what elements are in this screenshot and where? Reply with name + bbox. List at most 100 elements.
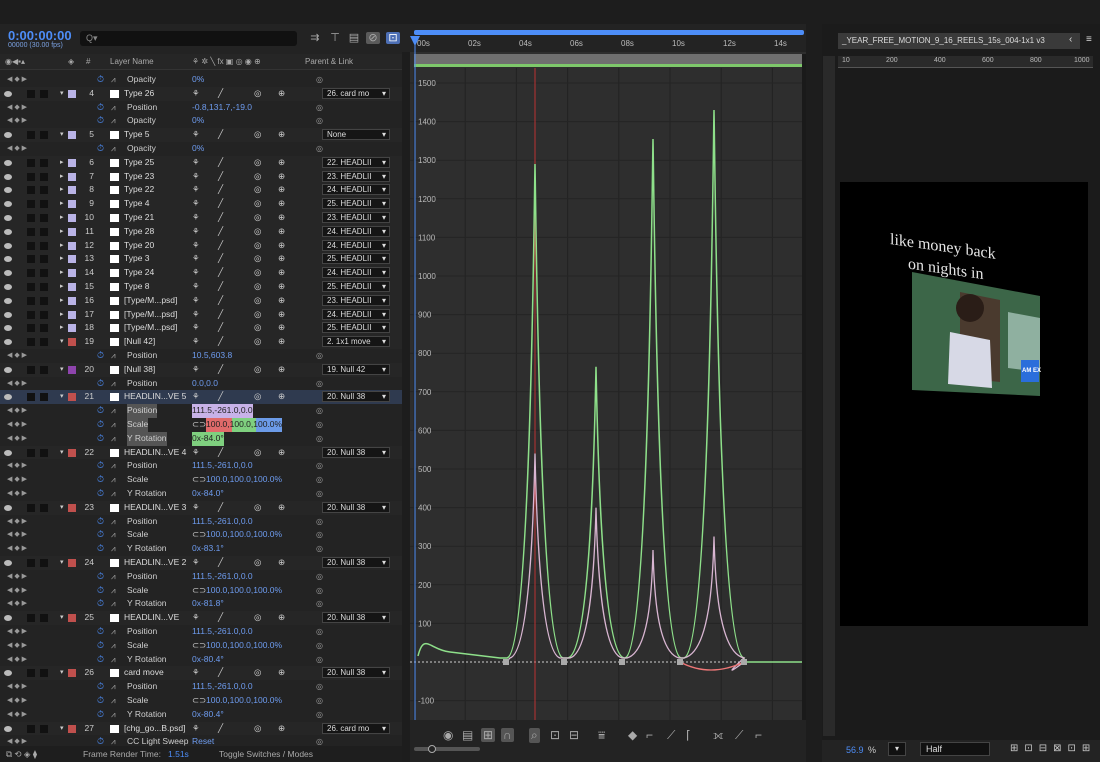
layer-search-input[interactable]: Q▾ (80, 31, 297, 46)
eye-icon[interactable]: ◉ (443, 728, 453, 742)
stopwatch-icon[interactable]: ⏱ (97, 653, 104, 667)
lock-icon[interactable] (40, 200, 48, 209)
property-row[interactable]: ◀ ◆ ▶ ⏱ ⩘ Opacity 0% ◎ (0, 142, 402, 156)
3d-switch-icon[interactable]: ◎ (254, 390, 261, 404)
layer-row[interactable]: ▸ 12 Type 20 ⚘ ╱ ◎ ⊕ 24. HEADLII (0, 238, 402, 253)
stopwatch-icon[interactable]: ⏱ (97, 542, 104, 556)
pickwhip-icon[interactable]: ◎ (316, 459, 323, 473)
layer-row[interactable]: ▸ 17 [Type/M...psd] ⚘ ╱ ◎ ⊕ 24. HEADLII (0, 307, 402, 322)
graph-toggle-icon[interactable]: ⩘ (111, 459, 116, 473)
3d-switch-icon[interactable]: ◎ (254, 363, 261, 377)
constrain-link-icon[interactable]: ⊂⊃ (192, 418, 206, 432)
layer-row[interactable]: ▾ 20 [Null 38] ⚘ ╱ ◎ ⊕ 19. Null 42 (0, 362, 402, 377)
parent-dropdown[interactable]: 20. Null 38 (322, 446, 390, 458)
graph-toggle-icon[interactable]: ⩘ (111, 680, 116, 694)
lock-icon[interactable] (40, 393, 48, 402)
shy-switch-icon[interactable]: ⚘ (192, 501, 200, 515)
graph-toggle-icon[interactable]: ⩘ (111, 404, 116, 418)
shy-switch-icon[interactable]: ⚘ (192, 556, 200, 570)
zoom-value[interactable]: 56.9 (846, 745, 864, 755)
viewer-icons[interactable]: ⊞⊡⊟⊠⊡⊞ (1010, 743, 1096, 754)
property-value[interactable]: 111.5,-261.0,0.0 (192, 404, 253, 418)
3d-switch-icon[interactable]: ◎ (254, 225, 261, 239)
layer-row[interactable]: ▾ 24 HEADLIN...VE 2 ⚘ ╱ ◎ ⊕ 20. Null 38 (0, 556, 402, 570)
label-color-swatch[interactable] (68, 200, 76, 209)
quality-switch-icon[interactable]: ╱ (218, 722, 223, 736)
keyframe-nav-icon[interactable]: ◀ ◆ ▶ (7, 349, 27, 363)
keyframe-nav-icon[interactable]: ◀ ◆ ▶ (7, 542, 27, 556)
shy-switch-icon[interactable]: ⚘ (192, 170, 200, 184)
shy-switch-icon[interactable]: ⚘ (192, 197, 200, 211)
pickwhip-icon[interactable]: ◎ (316, 639, 323, 653)
property-row[interactable]: ◀ ◆ ▶ ⏱ ⩘ Position -0.8,131.7,-19.0 ◎ (0, 101, 402, 115)
pickwhip-icon[interactable]: ◎ (316, 432, 323, 446)
adjustment-switch-icon[interactable]: ⊕ (278, 446, 285, 460)
adjustment-switch-icon[interactable]: ⊕ (278, 87, 285, 101)
graph-ref-icon[interactable]: ⊟ (569, 728, 579, 742)
current-timecode[interactable]: 0:00:00:00 (8, 28, 72, 43)
adjustment-switch-icon[interactable]: ⊕ (278, 225, 285, 239)
graph-toggle-icon[interactable]: ⩘ (111, 528, 116, 542)
keyframe-nav-icon[interactable]: ◀ ◆ ▶ (7, 708, 27, 722)
toggle-switches-button[interactable]: Toggle Switches / Modes (219, 749, 313, 759)
label-color-swatch[interactable] (68, 310, 76, 319)
property-value[interactable]: 100.0,100.0,100.0% (206, 694, 282, 708)
parent-dropdown[interactable]: 19. Null 42 (322, 363, 390, 375)
property-row[interactable]: ◀ ◆ ▶ ⏱ ⩘ ⊂⊃ Scale 100.0,100.0,100.0% ◎ (0, 694, 402, 708)
layer-name[interactable]: Type 3 (124, 252, 150, 266)
fit-selection-icon[interactable]: ⌕ (529, 728, 540, 743)
shy-switch-icon[interactable]: ⚘ (192, 666, 200, 680)
stopwatch-icon[interactable]: ⏱ (97, 459, 104, 473)
constrain-link-icon[interactable]: ⊂⊃ (192, 528, 206, 542)
3d-switch-icon[interactable]: ◎ (254, 252, 261, 266)
solo-icon[interactable] (27, 324, 35, 333)
pickwhip-icon[interactable]: ◎ (316, 404, 323, 418)
layer-row[interactable]: ▸ 15 Type 8 ⚘ ╱ ◎ ⊕ 25. HEADLII (0, 280, 402, 294)
property-row[interactable]: ◀ ◆ ▶ ⏱ ⩘ Position 111.5,-261.0,0.0 ◎ (0, 515, 402, 529)
label-color-swatch[interactable] (68, 89, 76, 98)
quality-switch-icon[interactable]: ╱ (218, 266, 223, 280)
layer-row[interactable]: ▾ 4 Type 26 ⚘ ╱ ◎ ⊕ 26. card mo (0, 86, 402, 101)
stopwatch-icon[interactable]: ⏱ (97, 487, 104, 501)
graph-editor[interactable]: 00s 02s 04s 06s 08s 10s 12s 14s 1500 1400 1300 1200… (410, 24, 806, 720)
label-icon[interactable]: ◈ (68, 57, 74, 66)
lock-icon[interactable] (40, 324, 48, 333)
lock-icon[interactable] (40, 283, 48, 291)
lock-icon[interactable] (40, 448, 48, 457)
auto-bezier-icon[interactable]: ⌈ (686, 728, 691, 742)
visibility-eye-icon[interactable] (4, 270, 12, 277)
3d-switch-icon[interactable]: ◎ (254, 611, 261, 625)
quality-switch-icon[interactable]: ╱ (218, 156, 223, 170)
property-value[interactable]: 100.0,100.0,100.0% (206, 528, 282, 542)
property-row[interactable]: ◀ ◆ ▶ ⏱ ⩘ Position 111.5,-261.0,0.0 ◎ (0, 570, 402, 584)
layer-row[interactable]: ▾ 21 HEADLIN...VE 5 ⚘ ╱ ◎ ⊕ 20. Null 38 (0, 390, 402, 405)
property-row[interactable]: ◀ ◆ ▶ ⏱ ⩘ Position 0.0,0.0 ◎ (0, 377, 402, 391)
3d-switch-icon[interactable]: ◎ (254, 211, 261, 225)
visibility-eye-icon[interactable] (4, 725, 12, 732)
property-row[interactable]: ◀ ◆ ▶ ⏱ ⩘ Y Rotation 0x-80.4° ◎ (0, 653, 402, 667)
layer-row[interactable]: ▾ 22 HEADLIN...VE 4 ⚘ ╱ ◎ ⊕ 20. Null 38 (0, 445, 402, 460)
expand-chevron-icon[interactable]: ▾ (60, 390, 64, 404)
resolution-dropdown[interactable]: Half (920, 742, 990, 756)
draft-3d-icon[interactable]: ⊤ (328, 32, 342, 44)
shy-switch-icon[interactable]: ⚘ (192, 211, 200, 225)
pickwhip-icon[interactable]: ◎ (316, 101, 323, 115)
graph-toggle-icon[interactable]: ⩘ (111, 473, 116, 487)
keyframe-nav-icon[interactable]: ◀ ◆ ▶ (7, 377, 27, 391)
frame-blending-icon[interactable]: ⊘ (366, 32, 380, 44)
visibility-eye-icon[interactable] (4, 325, 12, 332)
expand-chevron-icon[interactable]: ▾ (60, 128, 64, 142)
label-color-swatch[interactable] (68, 614, 76, 623)
lock-icon[interactable] (40, 131, 48, 140)
keyframe-nav-icon[interactable]: ◀ ◆ ▶ (7, 473, 27, 487)
layer-name[interactable]: HEADLIN...VE 4 (124, 446, 186, 460)
solo-icon[interactable] (27, 559, 35, 567)
solo-icon[interactable] (27, 310, 35, 319)
keyframe-nav-icon[interactable]: ◀ ◆ ▶ (7, 625, 27, 639)
column-layer-name[interactable]: Layer Name (110, 57, 154, 66)
graph-toggle-icon[interactable]: ⩘ (111, 349, 116, 363)
visibility-eye-icon[interactable] (4, 215, 12, 221)
visibility-eye-icon[interactable] (4, 670, 12, 677)
transform-box-icon[interactable]: ⊞ (481, 728, 496, 742)
stopwatch-icon[interactable]: ⏱ (97, 597, 104, 611)
